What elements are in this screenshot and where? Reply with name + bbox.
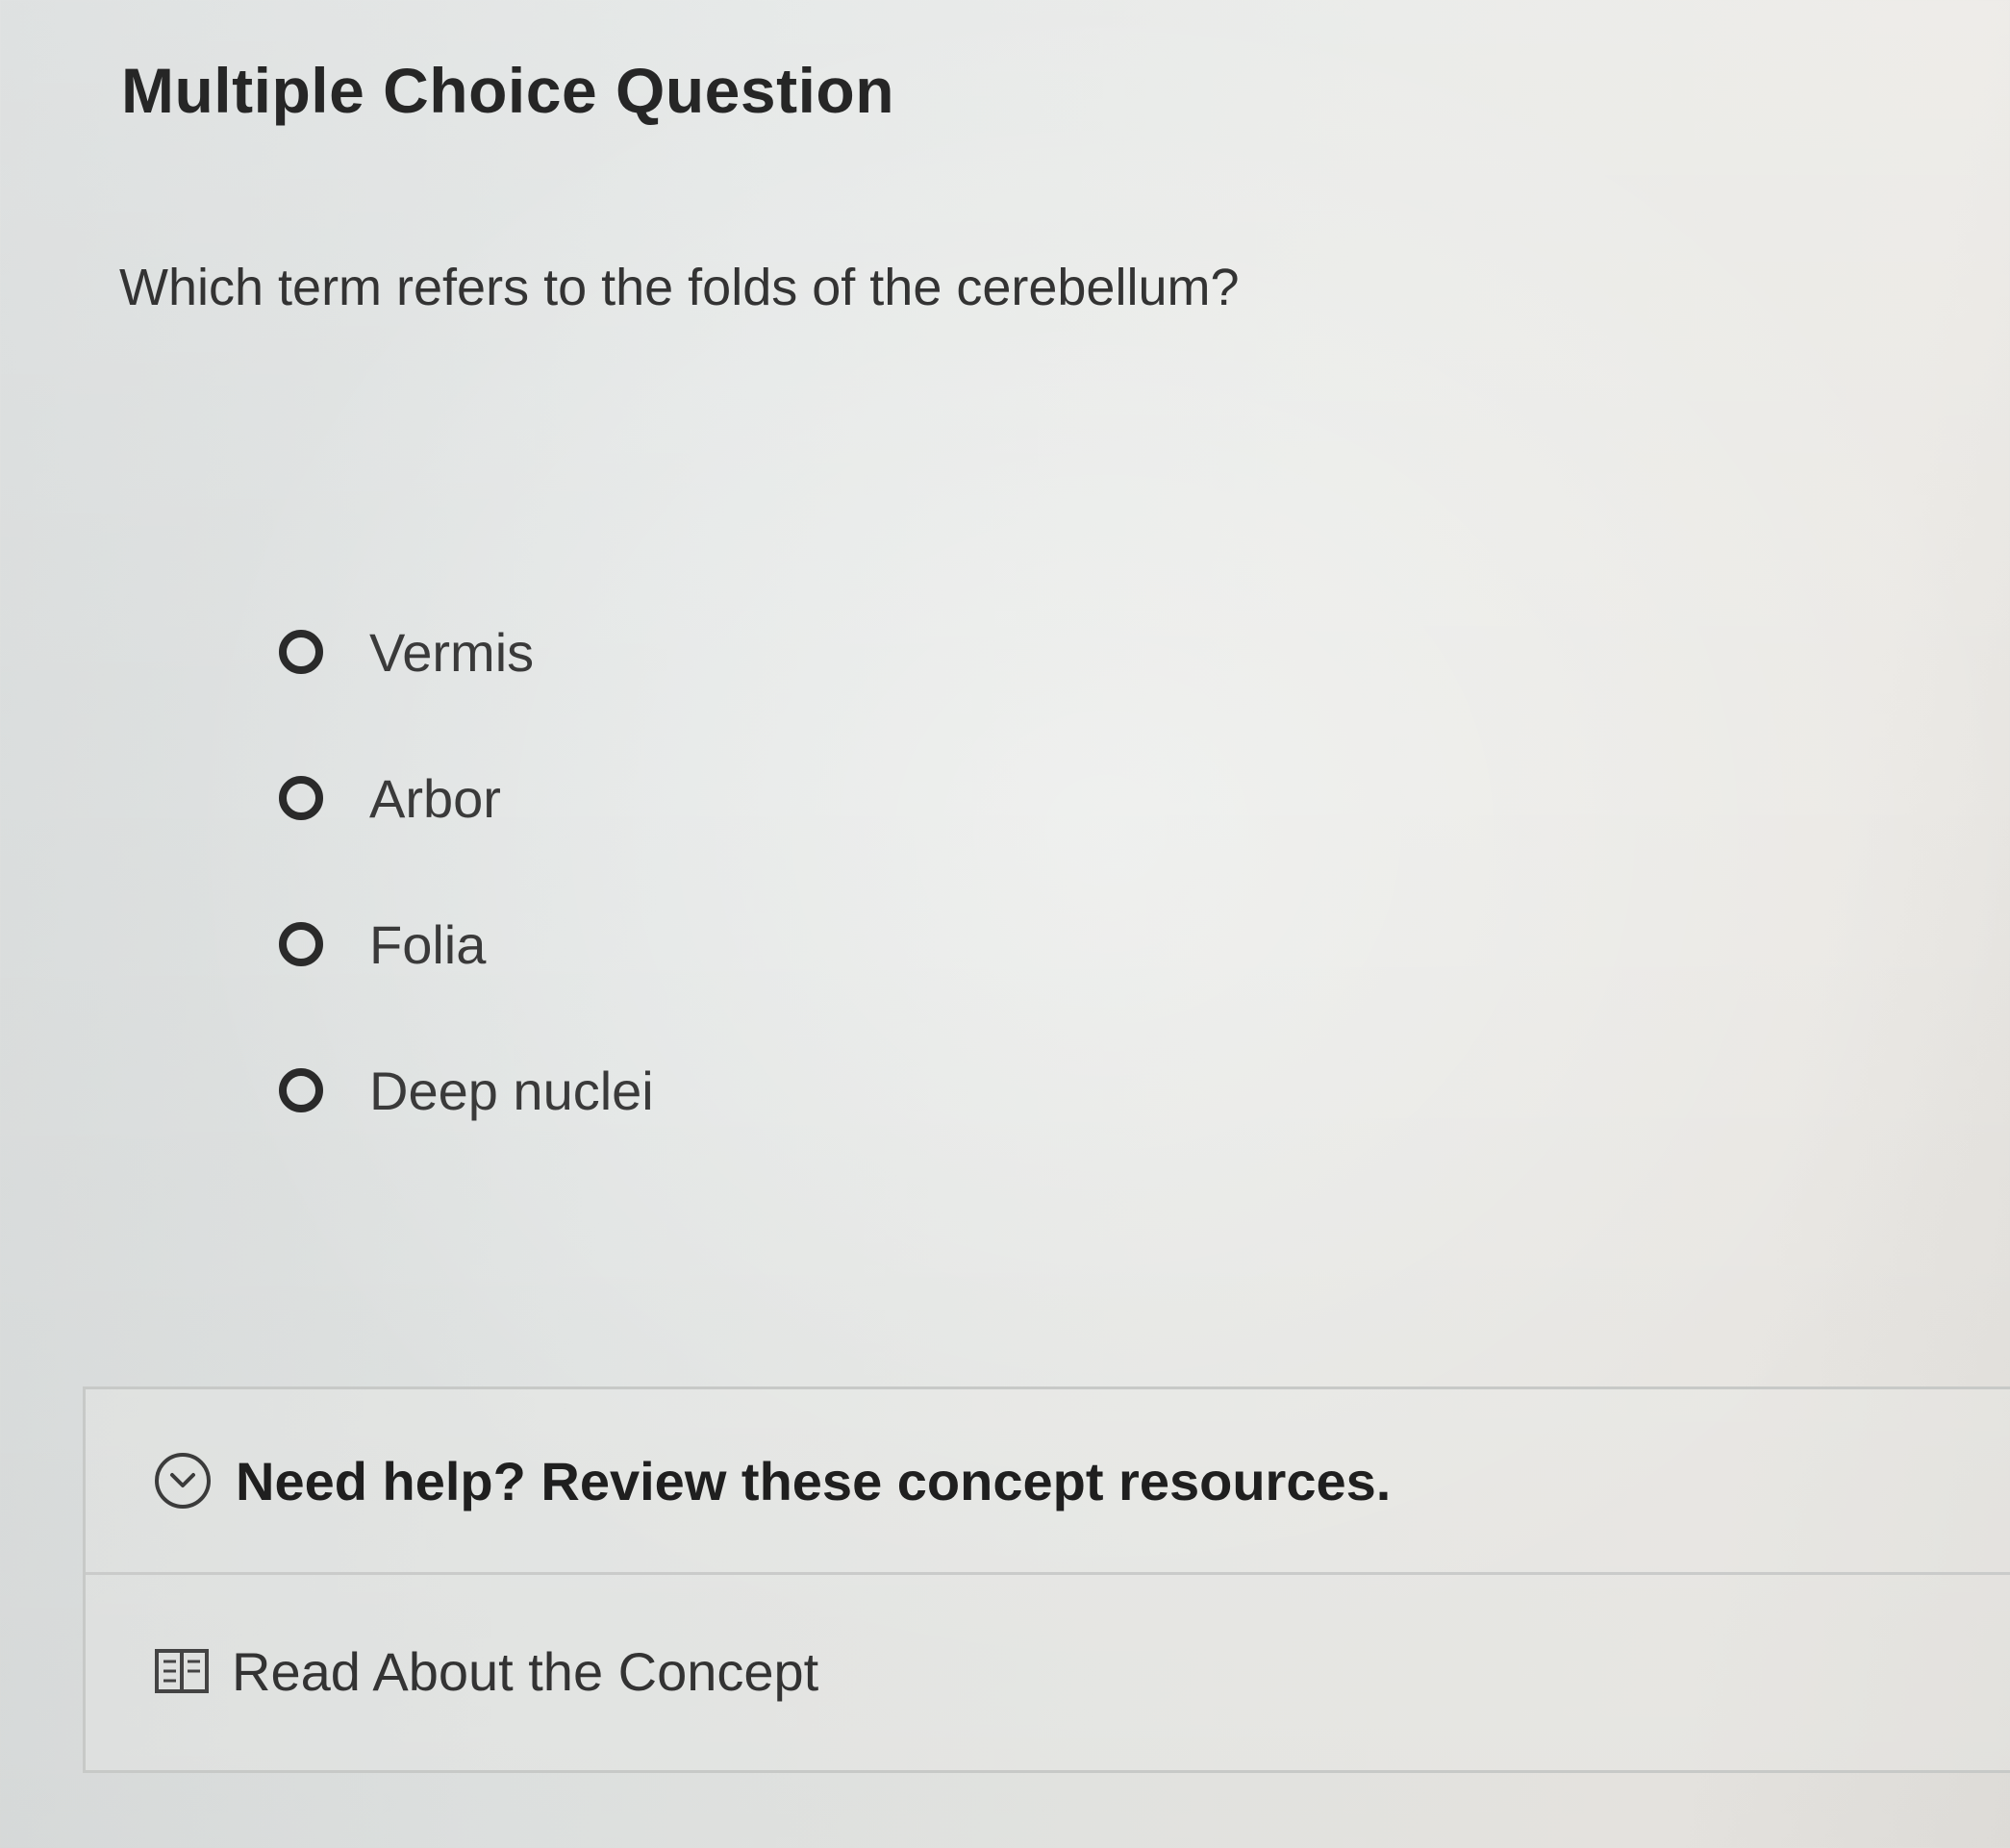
radio-button[interactable]	[279, 776, 323, 820]
concept-resources-title: Need help? Review these concept resource…	[236, 1450, 1392, 1511]
answer-choices: Vermis Arbor Folia Deep nuclei	[279, 604, 654, 1188]
page-title: Multiple Choice Question	[121, 55, 895, 126]
choice-vermis[interactable]: Vermis	[279, 604, 654, 700]
choice-deep-nuclei[interactable]: Deep nuclei	[279, 1042, 654, 1138]
read-about-concept-link[interactable]: Read About the Concept	[86, 1575, 2010, 1767]
resource-label: Read About the Concept	[232, 1640, 819, 1702]
choice-arbor[interactable]: Arbor	[279, 750, 654, 846]
chevron-down-circle-icon[interactable]	[155, 1453, 211, 1509]
choice-label: Folia	[369, 913, 487, 975]
choice-label: Vermis	[369, 621, 535, 683]
question-prompt: Which term refers to the folds of the ce…	[119, 259, 1240, 316]
concept-resources-toggle[interactable]: Need help? Review these concept resource…	[86, 1389, 2010, 1575]
radio-button[interactable]	[279, 1068, 323, 1112]
concept-resources-panel: Need help? Review these concept resource…	[83, 1386, 2010, 1773]
radio-button[interactable]	[279, 922, 323, 966]
book-icon	[153, 1644, 211, 1698]
choice-folia[interactable]: Folia	[279, 896, 654, 992]
choice-label: Deep nuclei	[369, 1060, 654, 1121]
radio-button[interactable]	[279, 630, 323, 674]
choice-label: Arbor	[369, 767, 501, 829]
